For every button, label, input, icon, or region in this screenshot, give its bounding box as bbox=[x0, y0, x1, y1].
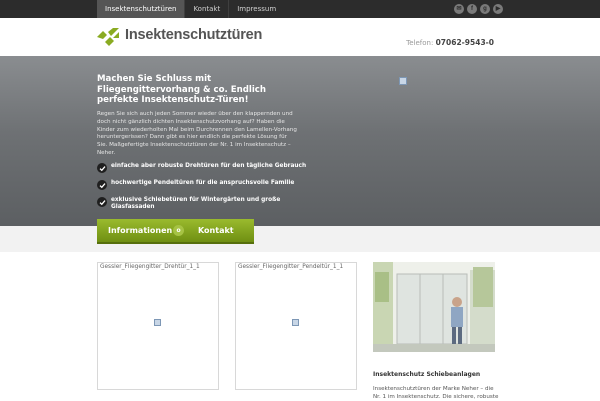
schiebeanlage-photo[interactable] bbox=[373, 262, 495, 352]
gallery-image-pendeltuer[interactable]: Gessler_Fliegengitter_Pendeltür_1_1 bbox=[235, 262, 357, 390]
feature-item: hochwertige Pendeltüren für die anspruch… bbox=[97, 180, 307, 190]
image-caption: Gessler_Fliegengitter_Pendeltür_1_1 bbox=[238, 264, 344, 270]
google-plus-icon[interactable]: g bbox=[480, 4, 490, 14]
tab-divider-dot-icon: o bbox=[173, 225, 184, 236]
section-band bbox=[0, 226, 600, 252]
phone-label: Telefon: bbox=[406, 39, 434, 47]
gallery-image-drehtuer[interactable]: Gessler_Fliegengitter_Drehtür_1_1 bbox=[97, 262, 219, 390]
nav-item-impressum[interactable]: Impressum bbox=[229, 0, 284, 18]
phone-info: Telefon: 07062-9543-0 bbox=[406, 38, 494, 47]
tab-kontakt[interactable]: Kontakt bbox=[179, 219, 254, 242]
top-nav: Insektenschutztüren Kontakt Impressum bbox=[97, 0, 284, 18]
hero-section: Machen Sie Schluss mit Fliegengittervorh… bbox=[0, 56, 600, 226]
feature-item: einfache aber robuste Drehtüren für den … bbox=[97, 163, 307, 173]
site-header: Insektenschutztüren Telefon: 07062-9543-… bbox=[0, 18, 600, 56]
sidebar-heading: Insektenschutz Schiebeanlagen bbox=[373, 371, 481, 378]
logo-text[interactable]: Insektenschutztüren bbox=[125, 27, 262, 43]
top-navigation-bar: Insektenschutztüren Kontakt Impressum ✉ … bbox=[0, 0, 600, 18]
phone-number[interactable]: 07062-9543-0 bbox=[436, 38, 494, 47]
social-links: ✉ f g ▶ bbox=[454, 4, 503, 14]
checkmark-icon bbox=[97, 180, 107, 190]
broken-image-icon bbox=[399, 77, 407, 85]
logo-icon[interactable] bbox=[97, 28, 119, 46]
hero-title: Machen Sie Schluss mit Fliegengittervorh… bbox=[97, 74, 266, 105]
checkmark-icon bbox=[97, 163, 107, 173]
feature-text: hochwertige Pendeltüren für die anspruch… bbox=[111, 180, 295, 186]
hero-intro: Regen Sie sich auch jeden Sommer wieder … bbox=[97, 111, 297, 156]
feature-list: einfache aber robuste Drehtüren für den … bbox=[97, 163, 307, 219]
youtube-icon[interactable]: ▶ bbox=[493, 4, 503, 14]
checkmark-icon bbox=[97, 197, 107, 207]
nav-item-kontakt[interactable]: Kontakt bbox=[185, 0, 228, 18]
nav-item-insektenschutztueren[interactable]: Insektenschutztüren bbox=[97, 0, 185, 18]
email-icon[interactable]: ✉ bbox=[454, 4, 464, 14]
facebook-icon[interactable]: f bbox=[467, 4, 477, 14]
broken-image-icon bbox=[292, 319, 299, 326]
feature-text: einfache aber robuste Drehtüren für den … bbox=[111, 163, 307, 169]
feature-item: exklusive Schiebetüren für Wintergärten … bbox=[97, 197, 307, 212]
feature-text: exklusive Schiebetüren für Wintergärten … bbox=[111, 197, 281, 211]
tab-informationen[interactable]: Informationen o bbox=[97, 219, 184, 242]
info-tabs: Informationen o Kontakt bbox=[97, 219, 254, 244]
broken-image-icon bbox=[154, 319, 161, 326]
tab-label: Informationen bbox=[108, 226, 173, 235]
image-caption: Gessler_Fliegengitter_Drehtür_1_1 bbox=[100, 264, 200, 270]
sidebar-text: Insektenschutztüren der Marke Neher – di… bbox=[373, 386, 499, 400]
